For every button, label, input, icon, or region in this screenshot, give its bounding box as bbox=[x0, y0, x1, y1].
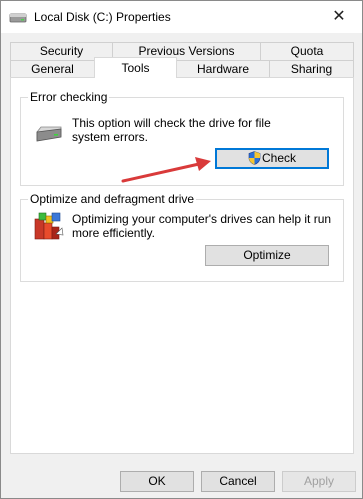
tab-sharing[interactable]: Sharing bbox=[269, 60, 354, 78]
tab-label: Quota bbox=[290, 44, 324, 58]
uac-shield-icon bbox=[248, 151, 261, 165]
title-bar[interactable]: Local Disk (C:) Properties ✕ bbox=[1, 1, 362, 33]
optimize-button[interactable]: Optimize bbox=[205, 245, 329, 266]
tab-label: General bbox=[31, 62, 74, 76]
optimize-line-1: Optimizing your computer's drives can he… bbox=[72, 212, 332, 226]
close-button[interactable]: ✕ bbox=[316, 1, 362, 33]
check-button-label: Check bbox=[261, 151, 296, 165]
window-title: Local Disk (C:) Properties bbox=[34, 10, 171, 24]
ok-button-label: OK bbox=[148, 474, 166, 488]
close-icon: ✕ bbox=[332, 8, 346, 25]
tab-label: Previous Versions bbox=[138, 44, 235, 58]
tab-tools[interactable]: Tools bbox=[94, 57, 177, 78]
tab-hardware[interactable]: Hardware bbox=[176, 60, 270, 78]
tab-label: Hardware bbox=[196, 62, 250, 76]
defrag-icon bbox=[34, 212, 64, 240]
error-checking-legend: Error checking bbox=[30, 90, 108, 104]
tools-panel: Error checking This option will check th… bbox=[10, 77, 354, 454]
tab-quota[interactable]: Quota bbox=[260, 42, 354, 60]
optimize-button-label: Optimize bbox=[243, 248, 291, 262]
cancel-button[interactable]: Cancel bbox=[201, 471, 275, 492]
error-checking-line-1: This option will check the drive for fil… bbox=[72, 116, 271, 130]
error-checking-description: This option will check the drive for fil… bbox=[72, 116, 271, 144]
error-checking-line-2: system errors. bbox=[72, 130, 149, 144]
optimize-legend: Optimize and defragment drive bbox=[30, 192, 195, 206]
ok-button[interactable]: OK bbox=[120, 471, 194, 492]
optimize-description: Optimizing your computer's drives can he… bbox=[72, 212, 331, 240]
tab-label: Security bbox=[39, 44, 84, 58]
optimize-line-2: more efficiently. bbox=[72, 226, 155, 240]
properties-dialog: Local Disk (C:) Properties ✕ Security Pr… bbox=[0, 0, 363, 499]
apply-button-label: Apply bbox=[303, 474, 335, 488]
tab-label: Tools bbox=[121, 61, 150, 75]
check-button[interactable]: Check bbox=[215, 148, 329, 169]
tab-label: Sharing bbox=[290, 62, 333, 76]
drive-icon bbox=[36, 126, 62, 142]
cancel-button-label: Cancel bbox=[219, 474, 257, 488]
tab-general[interactable]: General bbox=[10, 60, 95, 78]
apply-button[interactable]: Apply bbox=[282, 471, 356, 492]
drive-title-icon bbox=[9, 13, 27, 23]
